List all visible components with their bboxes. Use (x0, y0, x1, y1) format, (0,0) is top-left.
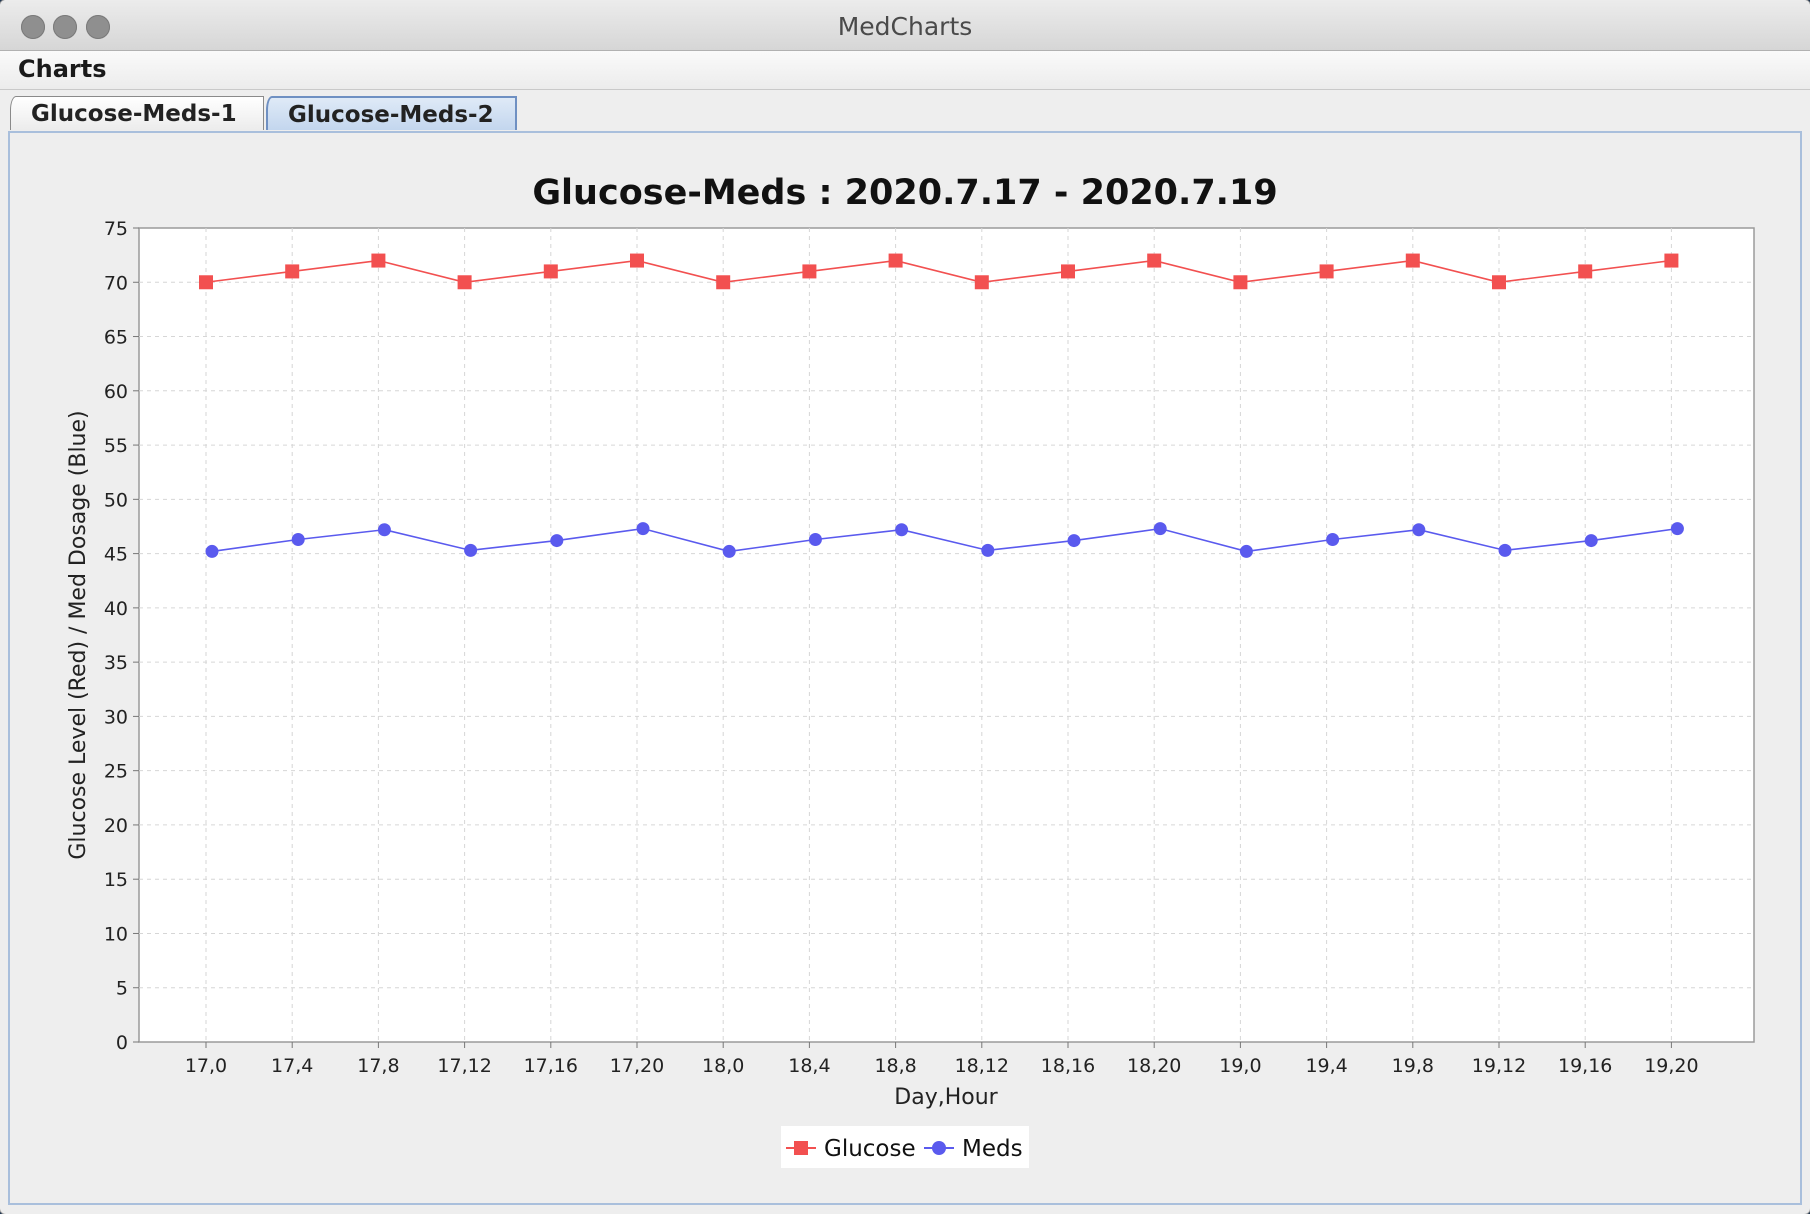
legend-glucose-label: Glucose (824, 1136, 916, 1162)
meds-point (1067, 534, 1081, 548)
y-axis: 0 5 10 15 20 25 30 35 40 45 50 55 60 65 70 75 (104, 218, 139, 1054)
x-tick-label: 18,8 (874, 1055, 916, 1077)
x-axis-label: Day,Hour (894, 1085, 998, 1110)
x-axis: 17,0 17,4 17,8 17,12 17,16 17,20 18,0 18,4 18,8 1… (185, 1042, 1699, 1077)
y-tick-label: 25 (104, 761, 128, 783)
glucose-point (543, 264, 558, 279)
glucose-point (630, 253, 644, 268)
glucose-point (1492, 275, 1506, 290)
meds-point (1153, 522, 1167, 536)
y-tick-label: 0 (116, 1032, 128, 1054)
y-tick-label: 20 (104, 815, 128, 837)
glucose-point (457, 275, 472, 290)
legend-meds-marker (932, 1141, 946, 1155)
meds-point (1584, 534, 1598, 548)
y-tick-label: 40 (104, 598, 128, 620)
x-tick-label: 19,8 (1392, 1055, 1434, 1077)
y-tick-label: 30 (104, 706, 128, 728)
x-tick-label: 18,0 (702, 1055, 744, 1077)
app-window: MedCharts Charts Glucose-Meds-1 Glucose-… (0, 0, 1810, 1214)
meds-point (722, 544, 736, 558)
meds-point (895, 523, 909, 537)
y-tick-label: 45 (104, 544, 128, 566)
glucose-point (199, 275, 213, 290)
y-tick-label: 60 (104, 381, 128, 403)
y-tick-label: 10 (104, 923, 128, 945)
meds-point (981, 543, 995, 557)
meds-point (1498, 543, 1512, 557)
glucose-point (716, 275, 731, 290)
x-tick-label: 19,20 (1644, 1055, 1698, 1077)
meds-point (464, 543, 478, 557)
glucose-point (974, 275, 989, 290)
legend: Glucose Meds (781, 1126, 1029, 1168)
meds-point (377, 523, 391, 537)
y-tick-label: 55 (104, 435, 128, 457)
glucose-point (802, 264, 817, 279)
y-tick-label: 65 (104, 327, 128, 349)
meds-point (1326, 532, 1340, 546)
y-tick-label: 50 (104, 489, 128, 511)
x-tick-label: 19,16 (1558, 1055, 1612, 1077)
meds-point (205, 544, 219, 558)
x-tick-label: 18,16 (1041, 1055, 1095, 1077)
glucose-point (1405, 253, 1420, 268)
y-tick-label: 15 (104, 869, 128, 891)
meds-point (1239, 544, 1253, 558)
y-tick-label: 5 (116, 978, 128, 1000)
meds-point (636, 522, 650, 536)
meds-point (550, 534, 564, 548)
x-tick-label: 17,12 (437, 1055, 491, 1077)
y-axis-label: Glucose Level (Red) / Med Dosage (Blue) (66, 410, 91, 859)
meds-point (808, 532, 822, 546)
glucose-point (1061, 264, 1075, 279)
meds-point (1412, 523, 1426, 537)
x-tick-label: 19,12 (1472, 1055, 1526, 1077)
line-chart: Glucose-Meds : 2020.7.17 - 2020.7.19 0 5 1… (66, 173, 1755, 1168)
legend-glucose-marker (794, 1141, 808, 1155)
glucose-point (1319, 264, 1334, 279)
y-tick-label: 75 (104, 218, 128, 240)
meds-point (291, 532, 305, 546)
glucose-point (371, 253, 386, 268)
x-tick-label: 17,4 (271, 1055, 313, 1077)
x-tick-label: 17,20 (610, 1055, 664, 1077)
glucose-point (1147, 253, 1162, 268)
x-tick-label: 18,20 (1127, 1055, 1181, 1077)
x-tick-label: 17,16 (524, 1055, 578, 1077)
y-tick-label: 70 (104, 272, 128, 294)
glucose-point (1664, 253, 1679, 268)
glucose-point (888, 253, 903, 268)
glucose-point (1233, 275, 1248, 290)
x-tick-label: 19,0 (1219, 1055, 1261, 1077)
meds-point (1670, 522, 1684, 536)
legend-meds-label: Meds (962, 1136, 1023, 1162)
x-tick-label: 18,4 (788, 1055, 830, 1077)
x-tick-label: 18,12 (955, 1055, 1009, 1077)
chart-title: Glucose-Meds : 2020.7.17 - 2020.7.19 (532, 173, 1277, 213)
glucose-point (285, 264, 300, 279)
y-tick-label: 35 (104, 652, 128, 674)
x-tick-label: 19,4 (1305, 1055, 1347, 1077)
glucose-point (1578, 264, 1593, 279)
x-tick-label: 17,8 (357, 1055, 399, 1077)
x-tick-label: 17,0 (185, 1055, 227, 1077)
plot-area (138, 227, 1755, 1043)
